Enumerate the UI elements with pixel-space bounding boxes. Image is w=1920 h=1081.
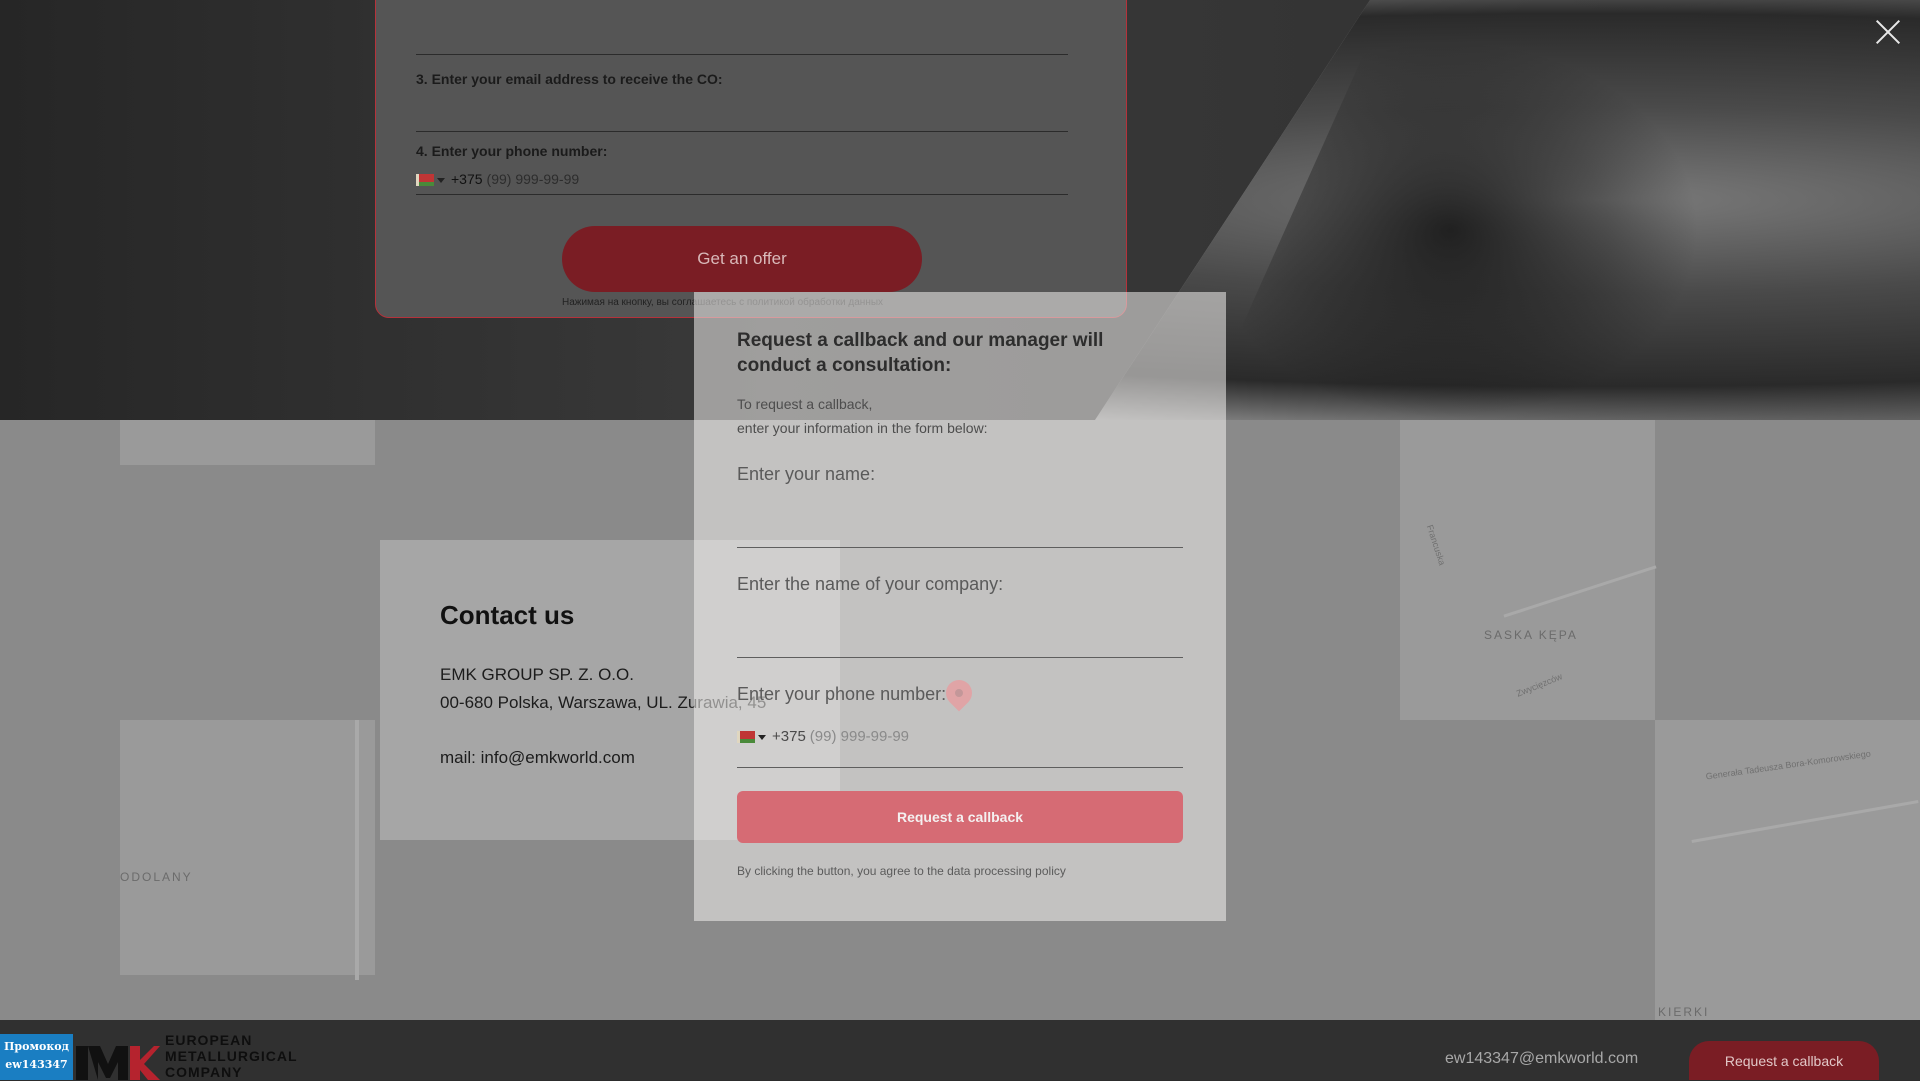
phone-field-label: 4. Enter your phone number: — [416, 143, 608, 159]
close-icon[interactable] — [1874, 18, 1902, 46]
phone-placeholder: (99) 999-99-99 — [486, 171, 580, 187]
map-district-label: KIERKI — [1658, 1005, 1710, 1019]
footer-email-link[interactable]: ew143347@emkworld.com — [1445, 1050, 1638, 1068]
modal-subtitle: To request a callback, enter your inform… — [737, 392, 988, 440]
phone-prefix: +375 — [451, 171, 483, 187]
promo-label: Промокод — [4, 1040, 69, 1053]
belarus-flag-icon[interactable] — [737, 731, 755, 744]
field-underline — [737, 657, 1183, 658]
promo-code: ew143347 — [5, 1058, 68, 1071]
field-underline — [737, 767, 1183, 768]
company-field-label: Enter the name of your company: — [737, 574, 1004, 594]
email-field-label: 3. Enter your email address to receive t… — [416, 71, 723, 87]
modal-subtitle-line: To request a callback, — [737, 396, 873, 412]
phone-prefix: +375 — [772, 728, 806, 745]
field-underline — [737, 547, 1183, 548]
company-logo-text[interactable]: EUROPEAN METALLURGICAL COMPANY — [165, 1032, 298, 1080]
name-field-label: Enter your name: — [737, 464, 876, 484]
phone-field[interactable]: +375 (99) 999-99-99 — [416, 171, 579, 187]
field-underline — [416, 54, 1068, 55]
consent-note: By clicking the button, you agree to the… — [737, 864, 1066, 878]
emk-logo-icon[interactable] — [76, 1034, 160, 1080]
logo-line: EUROPEAN — [165, 1032, 253, 1048]
contact-title: Contact us — [440, 600, 575, 630]
modal-title: Request a callback and our manager will … — [737, 330, 1104, 376]
phone-placeholder: (99) 999-99-99 — [809, 728, 910, 745]
promo-code-badge[interactable]: Промокод ew143347 — [0, 1034, 73, 1080]
email-field[interactable] — [416, 131, 1068, 132]
get-offer-button[interactable]: Get an offer — [562, 226, 922, 292]
map-tile — [120, 420, 375, 465]
chevron-down-icon[interactable] — [758, 734, 766, 740]
offer-form-card: 3. Enter your email address to receive t… — [375, 0, 1127, 318]
request-callback-button[interactable]: Request a callback — [737, 791, 1183, 843]
name-input[interactable] — [737, 502, 1187, 534]
field-underline — [416, 194, 1068, 195]
company-input[interactable] — [737, 612, 1187, 644]
map-tile — [120, 720, 375, 975]
map-district-label: SASKA KĘPA — [1484, 628, 1578, 642]
chevron-down-icon[interactable] — [437, 177, 445, 183]
callback-modal: Request a callback and our manager will … — [694, 292, 1226, 921]
logo-line: METALLURGICAL — [165, 1048, 298, 1064]
footer-request-callback-button[interactable]: Request a callback — [1689, 1041, 1879, 1080]
map-road — [355, 720, 359, 980]
map-tile — [1400, 420, 1655, 720]
contact-email-link[interactable]: mail: info@emkworld.com — [440, 748, 635, 768]
phone-field-label: Enter your phone number: — [737, 684, 947, 704]
belarus-flag-icon[interactable] — [416, 174, 434, 187]
modal-subtitle-line: enter your information in the form below… — [737, 420, 988, 436]
map-district-label: ODOLANY — [120, 870, 193, 884]
logo-line: COMPANY — [165, 1064, 243, 1080]
company-name: EMK GROUP SP. Z. O.O. — [440, 665, 634, 684]
phone-input[interactable]: +375 (99) 999-99-99 — [737, 728, 909, 745]
